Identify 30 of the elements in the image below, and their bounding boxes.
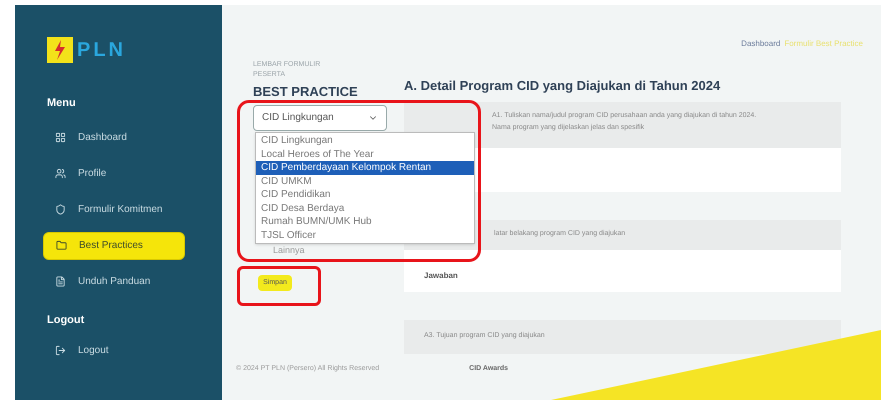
logout-icon xyxy=(55,344,66,356)
document-icon xyxy=(55,276,66,287)
answer-field[interactable]: Jawaban xyxy=(404,250,841,292)
dropdown-option[interactable]: CID UMKM xyxy=(256,174,474,188)
breadcrumb-link[interactable]: Dashboard xyxy=(741,38,780,50)
logout-heading: Logout xyxy=(47,312,86,328)
dropdown-option[interactable]: CID Pemberdayaan Kelompok Rentan xyxy=(256,161,474,174)
sidebar-item[interactable]: Best Practices xyxy=(43,232,185,260)
menu-heading: Menu xyxy=(47,96,77,111)
shield-icon xyxy=(55,204,66,215)
form-title: BEST PRACTICE xyxy=(253,83,359,101)
dropdown-option[interactable]: Local Heroes of The Year xyxy=(256,148,474,161)
sidebar-item[interactable]: Profile xyxy=(43,160,185,188)
sidebar-item[interactable]: Unduh Panduan xyxy=(43,268,185,296)
dropdown-option[interactable]: Rumah BUMN/UMK Hub xyxy=(256,215,474,228)
logo-text: PLN xyxy=(77,38,126,63)
category-select[interactable]: CID Lingkungan xyxy=(253,104,387,130)
folder-icon xyxy=(56,240,67,251)
section-heading: A. Detail Program CID yang Diajukan di Tahun 2024 xyxy=(404,77,722,95)
dropdown-option[interactable]: TJSL Officer xyxy=(256,228,474,242)
users-icon xyxy=(55,168,66,179)
sidebar-item[interactable]: Logout xyxy=(43,336,185,364)
logo-icon xyxy=(47,37,73,63)
dropdown-option[interactable]: CID Desa Berdaya xyxy=(256,202,474,215)
sidebar-item[interactable]: Dashboard xyxy=(43,124,185,152)
grid-icon xyxy=(55,132,66,143)
dropdown-option[interactable]: CID Lingkungan xyxy=(256,134,474,148)
other-label: Lainnya xyxy=(273,244,306,257)
sidebar-item[interactable]: Formulir Komitmen xyxy=(43,196,185,224)
dropdown-option[interactable]: CID Pendidikan xyxy=(256,188,474,202)
